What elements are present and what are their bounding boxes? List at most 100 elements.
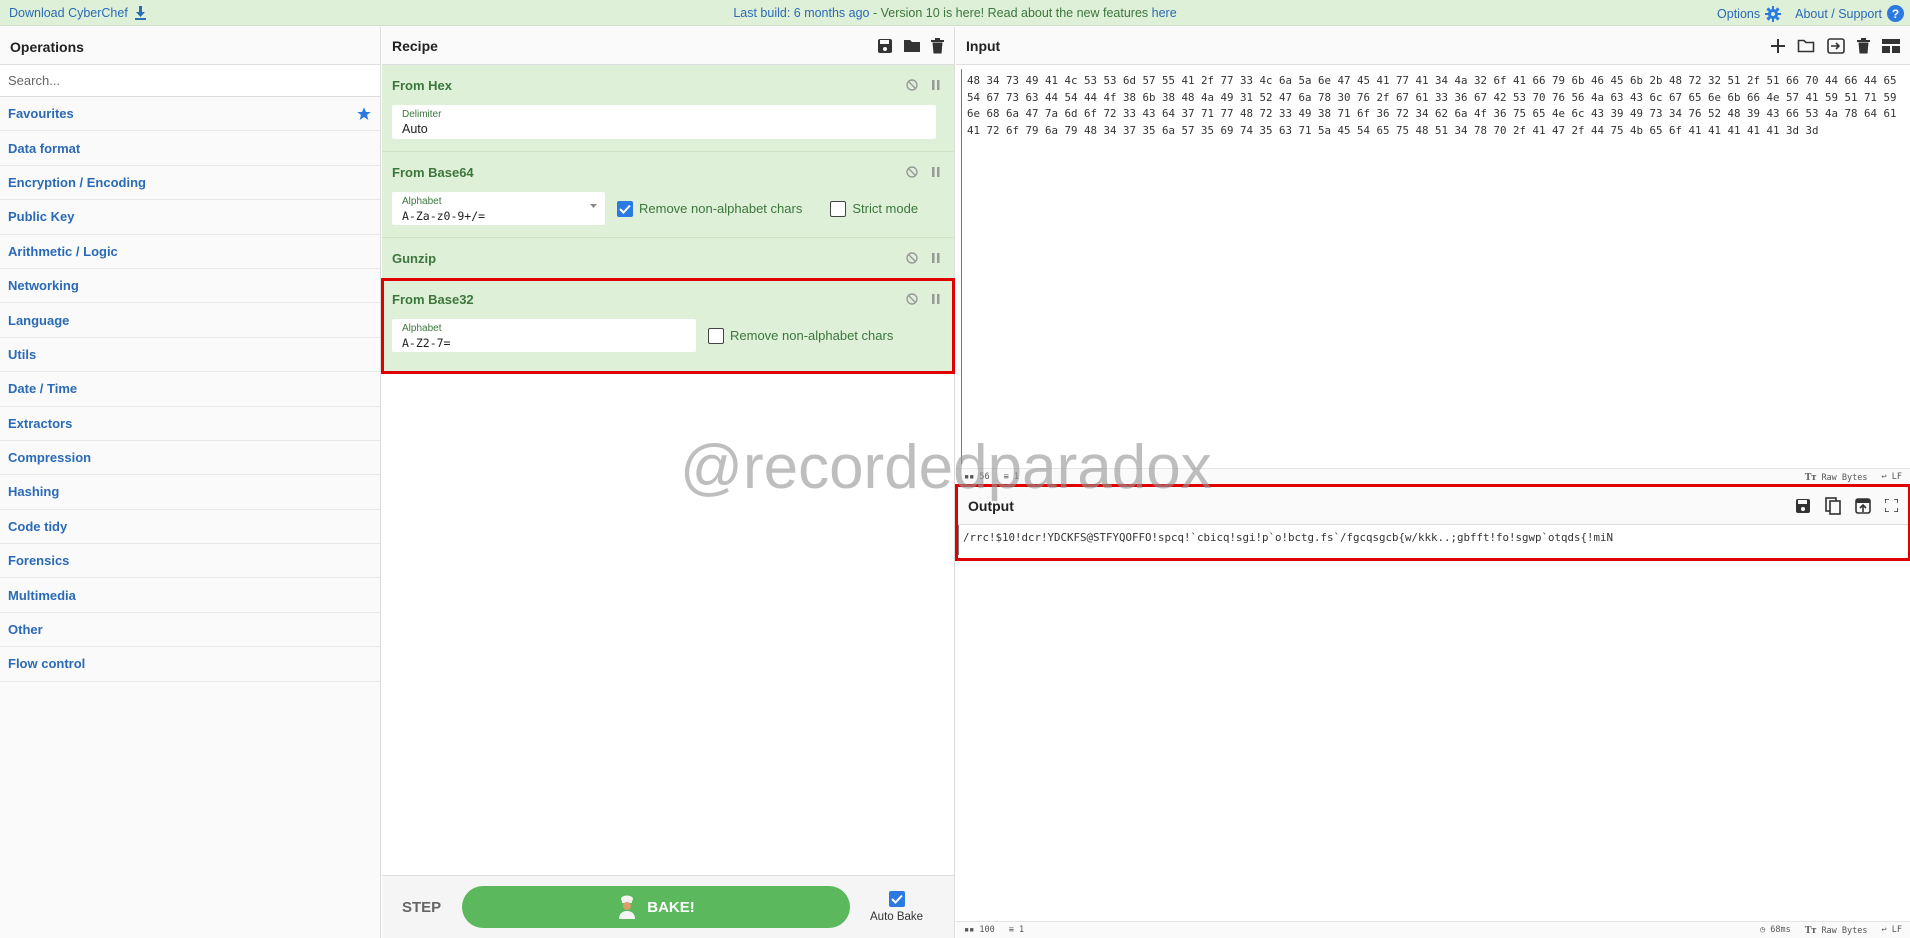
input-lines: ≡ 1 [1004,472,1019,482]
lines-value: 1 [1018,925,1025,935]
options-button[interactable]: Options [1717,5,1782,22]
category-networking[interactable]: Networking [0,269,380,304]
category-encryption-encoding[interactable]: Encryption / Encoding [0,166,380,201]
category-hashing[interactable]: Hashing [0,475,380,510]
alphabet-select[interactable]: Alphabet A-Za-z0-9+/= [392,192,605,225]
load-recipe-folder-icon[interactable] [903,38,921,53]
category-language[interactable]: Language [0,303,380,338]
recipe-header: Recipe [382,27,954,65]
disable-op-icon[interactable] [906,166,918,178]
output-textarea[interactable]: /rrc!$10!dcr!YDCKFS@STFYQOFFO!spcq!`cbic… [958,525,1908,555]
checkbox-checked-icon[interactable] [617,200,633,217]
checkbox-checked-icon[interactable] [888,891,905,907]
checkbox-label: Remove non-alphabet chars [639,201,803,216]
copy-output-icon[interactable] [1825,496,1841,515]
input-textarea[interactable]: 48 34 73 49 41 4c 53 53 6d 57 55 41 2f 7… [961,69,1910,464]
version-text: Version 10 is here! Read about the new f… [880,6,1152,20]
output-header: Output [958,487,1908,525]
field-value: A-Z2-7= [402,336,451,350]
about-support-button[interactable]: About / Support ? [1795,5,1904,22]
category-other[interactable]: Other [0,613,380,648]
disable-op-icon[interactable] [906,252,918,264]
here-link[interactable]: here [1152,6,1177,20]
input-header: Input [956,27,1910,65]
clear-input-trash-icon[interactable] [1857,37,1870,54]
pause-op-icon[interactable] [932,253,940,263]
svg-text:?: ? [1892,7,1899,21]
save-recipe-icon[interactable] [877,38,893,54]
category-label: Flow control [8,656,86,672]
lines-value: 1 [1013,472,1019,482]
category-date-time[interactable]: Date / Time [0,372,380,407]
field-label: Alphabet [402,196,442,207]
category-code-tidy[interactable]: Code tidy [0,510,380,545]
field-value: A-Za-z0-9+/= [402,209,486,223]
category-label: Encryption / Encoding [8,174,146,190]
pause-op-icon[interactable] [932,80,940,90]
recipe-op-from-base64[interactable]: From Base64 Alphabet A-Za-z0-9+/= Remove… [382,152,954,238]
lines-icon: ≡ [1003,472,1009,482]
text-format-icon: Tт [1804,924,1817,936]
checkbox-label: Remove non-alphabet chars [730,328,894,343]
recipe-op-from-hex[interactable]: From Hex Delimiter Auto [382,65,954,152]
disable-op-icon[interactable] [906,293,918,305]
output-format-button[interactable]: Tт Raw Bytes [1805,925,1868,936]
category-data-format[interactable]: Data format [0,131,380,166]
category-utils[interactable]: Utils [0,338,380,373]
category-label: Language [8,312,70,328]
category-label: Data format [8,140,81,156]
open-file-input-icon[interactable] [1827,37,1845,54]
recipe-op-gunzip[interactable]: Gunzip [382,238,954,279]
category-multimedia[interactable]: Multimedia [0,578,380,613]
category-label: Date / Time [8,381,78,397]
category-flow-control[interactable]: Flow control [0,647,380,682]
category-label: Public Key [8,209,75,225]
category-compression[interactable]: Compression [0,441,380,476]
category-favourites[interactable]: Favourites [0,97,380,132]
pause-op-icon[interactable] [932,294,940,304]
category-public-key[interactable]: Public Key [0,200,380,235]
clear-recipe-trash-icon[interactable] [931,37,944,54]
operations-panel: Operations Favourites Data format Encryp… [0,27,381,938]
time-value: 68ms [1770,925,1791,935]
output-eol-button[interactable]: ↩ LF [1882,925,1903,935]
open-folder-icon[interactable] [1797,38,1815,53]
auto-bake-checkbox[interactable]: Auto Bake [870,891,923,923]
bake-button[interactable]: BAKE! [462,886,850,928]
output-title: Output [968,497,1014,514]
add-tab-plus-icon[interactable] [1771,38,1785,53]
checkbox-unchecked-icon[interactable] [830,200,847,217]
remove-non-alphabet-checkbox[interactable]: Remove non-alphabet chars [708,327,894,344]
clock-icon: ◷ [1759,925,1766,935]
gear-icon [1765,5,1782,22]
options-label: Options [1717,6,1761,21]
category-extractors[interactable]: Extractors [0,407,380,441]
delimiter-field[interactable]: Delimiter Auto [392,105,936,139]
operations-search[interactable] [0,65,380,97]
input-eol-button[interactable]: ↩ LF [1882,472,1903,482]
category-label: Arithmetic / Logic [8,243,118,259]
strict-mode-checkbox[interactable]: Strict mode [830,200,918,217]
alphabet-field[interactable]: Alphabet A-Z2-7= [392,319,696,352]
output-highlight-box: Output /rrc!$10!dcr!YDCKFS@STFYQOFFO!spc… [955,484,1910,561]
reset-layout-icon[interactable] [1882,38,1900,53]
disable-op-icon[interactable] [906,79,918,91]
io-panel: Input 48 34 73 49 41 4c 53 53 6d 57 55 4… [955,27,1910,938]
recipe-op-from-base32[interactable]: From Base32 Alphabet A-Z2-7= Remove non-… [381,278,955,374]
category-label: Compression [8,450,92,466]
format-value: Raw Bytes [1821,472,1868,483]
category-forensics[interactable]: Forensics [0,544,380,579]
save-output-icon[interactable] [1795,498,1811,514]
pause-op-icon[interactable] [932,167,940,177]
replace-input-with-output-icon[interactable] [1855,497,1871,514]
bake-time: ◷ 68ms [1760,925,1791,935]
search-input[interactable] [8,73,372,88]
maximise-output-icon[interactable] [1885,499,1898,512]
input-format-button[interactable]: Tт Raw Bytes [1805,472,1868,483]
step-button[interactable]: STEP [402,899,462,916]
category-arithmetic-logic[interactable]: Arithmetic / Logic [0,235,380,269]
category-label: Other [8,622,43,638]
checkbox-unchecked-icon[interactable] [708,327,724,344]
remove-non-alphabet-checkbox[interactable]: Remove non-alphabet chars [617,200,803,217]
op-name: From Hex [392,77,452,93]
